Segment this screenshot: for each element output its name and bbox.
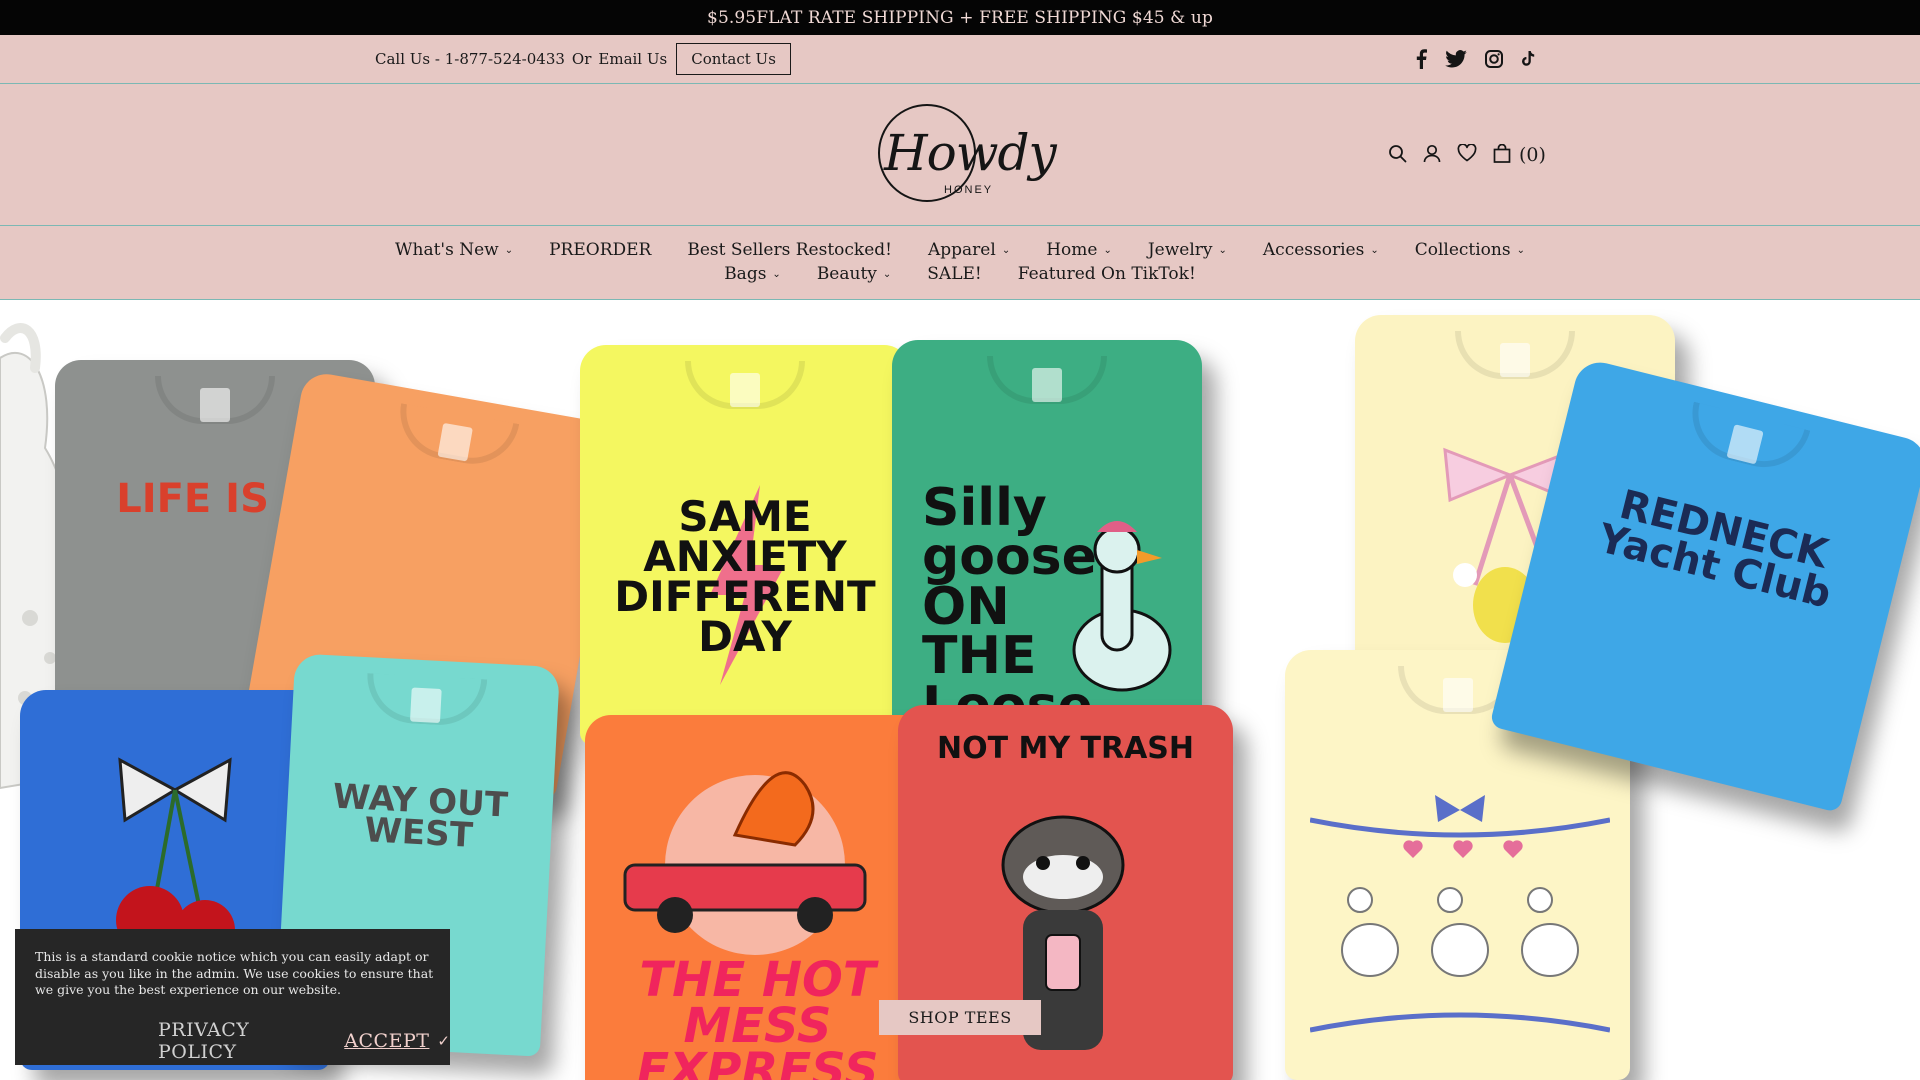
nav-item-label: Home (1046, 240, 1098, 260)
phone-link[interactable]: Call Us - 1-877-524-0433 (375, 50, 565, 68)
geese-bows-graphic (1310, 795, 1610, 1033)
nav-item-label: Apparel (928, 240, 996, 260)
nav-item-label: Beauty (816, 264, 877, 284)
nav-item-label: PREORDER (549, 240, 652, 260)
header-icons: (0) (1388, 84, 1546, 226)
chevron-down-icon: ⌄ (1370, 244, 1379, 256)
cart-count[interactable]: (0) (1519, 144, 1546, 166)
nav-item-home[interactable]: Home ⌄ (1028, 240, 1130, 260)
nav-row-2: Bags ⌄ Beauty ⌄ SALE! Featured On TikTok! (0, 264, 1920, 284)
chevron-down-icon: ⌄ (772, 268, 781, 280)
nav-item-label: Bags (724, 264, 767, 284)
or-text: Or (571, 50, 592, 68)
wishlist-heart-icon[interactable] (1457, 143, 1477, 166)
nav-item-beauty[interactable]: Beauty ⌄ (799, 264, 909, 284)
cart-bag-icon[interactable] (1493, 143, 1511, 167)
shirt-graphic: WAY OUT WEST (331, 776, 509, 856)
main-navigation: What's New ⌄ PREORDER Best Sellers Restocke… (0, 226, 1920, 300)
cookie-actions: PRIVACY POLICY ACCEPT ✓ (158, 1019, 450, 1063)
logo-subtext: HONEY (944, 184, 994, 196)
nav-item-preorder[interactable]: PREORDER (531, 240, 669, 260)
nav-row-1: What's New ⌄ PREORDER Best Sellers Restocke… (0, 240, 1920, 260)
tee-silly-goose[interactable]: Silly goose ON THE Loose (892, 340, 1202, 740)
nav-item-accessories[interactable]: Accessories ⌄ (1245, 240, 1397, 260)
chevron-down-icon: ⌄ (1103, 244, 1112, 256)
accept-cookies-button[interactable]: ACCEPT (344, 1030, 429, 1052)
search-icon[interactable] (1388, 144, 1407, 167)
shirt-tag (730, 373, 760, 407)
chevron-down-icon: ⌄ (1218, 244, 1227, 256)
chevron-down-icon: ⌄ (882, 268, 892, 280)
privacy-policy-link[interactable]: PRIVACY POLICY (158, 1019, 324, 1063)
instagram-icon[interactable] (1485, 50, 1503, 68)
shirt-tag (1500, 343, 1530, 377)
contact-us-button[interactable]: Contact Us (676, 43, 791, 75)
twitter-icon[interactable] (1445, 50, 1467, 68)
chevron-down-icon: ⌄ (1001, 244, 1011, 256)
shirt-tag (409, 687, 442, 723)
shirt-tag (1442, 678, 1473, 712)
nav-item-sale[interactable]: SALE! (909, 264, 999, 284)
nav-item-label: SALE! (927, 264, 982, 284)
nav-item-label: Best Sellers Restocked! (687, 240, 892, 260)
nav-item-apparel[interactable]: Apparel ⌄ (910, 240, 1028, 260)
nav-item-jewelry[interactable]: Jewelry ⌄ (1130, 240, 1245, 260)
cookie-message: This is a standard cookie notice which y… (35, 949, 434, 997)
nav-item-bags[interactable]: Bags ⌄ (706, 264, 799, 284)
shirt-tag (437, 422, 473, 462)
shirt-graphic: NOT MY TRASH (936, 731, 1195, 767)
checkmark-icon: ✓ (437, 1032, 450, 1050)
site-header: Howdy HONEY (0) (0, 84, 1920, 226)
tee-same-anxiety[interactable]: SAME ANXIETY DIFFERENT DAY (580, 345, 910, 745)
nav-item-label: What's New (395, 240, 499, 260)
contact-info: Call Us - 1-877-524-0433 Or Email Us Con… (375, 35, 791, 83)
cookie-notice: This is a standard cookie notice which y… (15, 929, 450, 1065)
logo-script: Howdy (884, 124, 1057, 182)
chevron-down-icon: ⌄ (1516, 244, 1525, 256)
announcement-bar: $5.95FLAT RATE SHIPPING + FREE SHIPPING … (0, 0, 1920, 35)
shirt-tag (1032, 368, 1062, 402)
nav-item-what-s-new[interactable]: What's New ⌄ (377, 240, 531, 260)
shirt-graphic: REDNECK Yacht Club (1593, 481, 1836, 618)
email-link[interactable]: Email Us (598, 50, 667, 68)
nav-item-best-sellers-restocked[interactable]: Best Sellers Restocked! (669, 240, 910, 260)
chevron-down-icon: ⌄ (504, 244, 514, 256)
account-icon[interactable] (1423, 144, 1441, 167)
shirt-graphic: Silly goose ON THE Loose (922, 478, 1097, 732)
tiktok-icon[interactable] (1521, 51, 1535, 67)
nav-item-label: Accessories (1262, 240, 1365, 260)
hot-rod-graphic (623, 771, 867, 955)
shop-tees-button[interactable]: SHOP TEES (879, 1000, 1041, 1035)
shirt-tag (200, 388, 230, 422)
social-links (1415, 35, 1535, 83)
facebook-icon[interactable] (1415, 49, 1427, 69)
utility-bar: Call Us - 1-877-524-0433 Or Email Us Con… (0, 35, 1920, 84)
howdy-honey-logo[interactable]: Howdy HONEY (874, 102, 1057, 206)
shirt-graphic: SAME ANXIETY DIFFERENT DAY (614, 492, 876, 661)
nav-item-label: Collections (1414, 240, 1511, 260)
nav-item-featured-on-tiktok[interactable]: Featured On TikTok! (1000, 264, 1214, 284)
nav-item-label: Jewelry (1147, 240, 1213, 260)
nav-item-collections[interactable]: Collections ⌄ (1397, 240, 1543, 260)
nav-item-label: Featured On TikTok! (1017, 264, 1196, 284)
announcement-text: $5.95FLAT RATE SHIPPING + FREE SHIPPING … (707, 7, 1213, 28)
goose-graphic (1072, 521, 1172, 692)
